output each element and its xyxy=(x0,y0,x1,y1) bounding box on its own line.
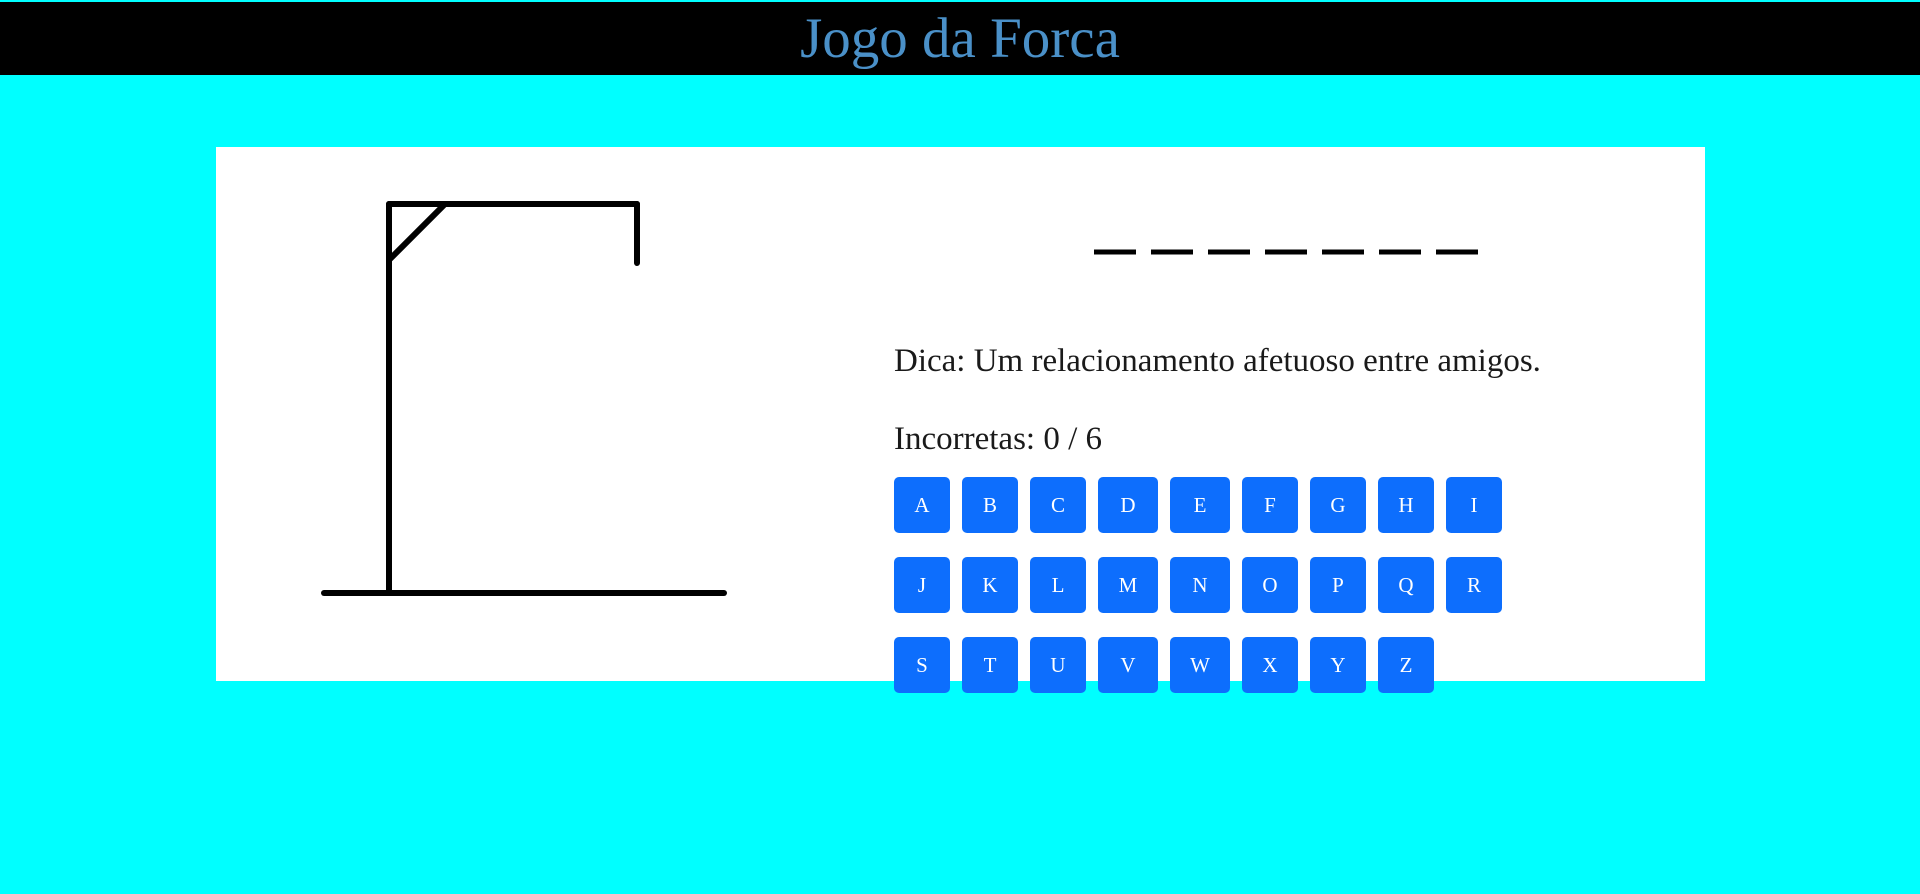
letter-key-f[interactable]: F xyxy=(1242,477,1298,533)
letter-key-n[interactable]: N xyxy=(1170,557,1230,613)
letter-key-w[interactable]: W xyxy=(1170,637,1230,693)
letter-key-p[interactable]: P xyxy=(1310,557,1366,613)
wrong-guesses-counter: Incorretas: 0 / 6 xyxy=(894,421,1103,457)
letter-key-v[interactable]: V xyxy=(1098,637,1158,693)
letter-key-a[interactable]: A xyxy=(894,477,950,533)
gallows-brace xyxy=(386,201,448,263)
letter-key-r[interactable]: R xyxy=(1446,557,1502,613)
letter-key-s[interactable]: S xyxy=(894,637,950,693)
game-container: Dica: Um relacionamento afetuoso entre a… xyxy=(216,147,1705,693)
letter-key-y[interactable]: Y xyxy=(1310,637,1366,693)
letter-key-x[interactable]: X xyxy=(1242,637,1298,693)
letter-key-c[interactable]: C xyxy=(1030,477,1086,533)
letter-key-d[interactable]: D xyxy=(1098,477,1158,533)
letter-key-i[interactable]: I xyxy=(1446,477,1502,533)
letter-key-z[interactable]: Z xyxy=(1378,637,1434,693)
letter-key-m[interactable]: M xyxy=(1098,557,1158,613)
page-header: Jogo da Forca xyxy=(0,2,1920,75)
letter-key-o[interactable]: O xyxy=(1242,557,1298,613)
letter-keyboard: ABCDEFGHI JKLMNOPQR STUVWXYZ xyxy=(894,477,1594,693)
letter-key-b[interactable]: B xyxy=(962,477,1018,533)
word-blanks xyxy=(1094,249,1478,255)
letter-key-k[interactable]: K xyxy=(962,557,1018,613)
letter-key-l[interactable]: L xyxy=(1030,557,1086,613)
letter-key-e[interactable]: E xyxy=(1170,477,1230,533)
letter-key-u[interactable]: U xyxy=(1030,637,1086,693)
hint-text: Dica: Um relacionamento afetuoso entre a… xyxy=(894,343,1541,379)
letter-key-q[interactable]: Q xyxy=(1378,557,1434,613)
letter-key-t[interactable]: T xyxy=(962,637,1018,693)
letter-key-g[interactable]: G xyxy=(1310,477,1366,533)
letter-key-h[interactable]: H xyxy=(1378,477,1434,533)
page-title: Jogo da Forca xyxy=(800,7,1120,70)
letter-key-j[interactable]: J xyxy=(894,557,950,613)
